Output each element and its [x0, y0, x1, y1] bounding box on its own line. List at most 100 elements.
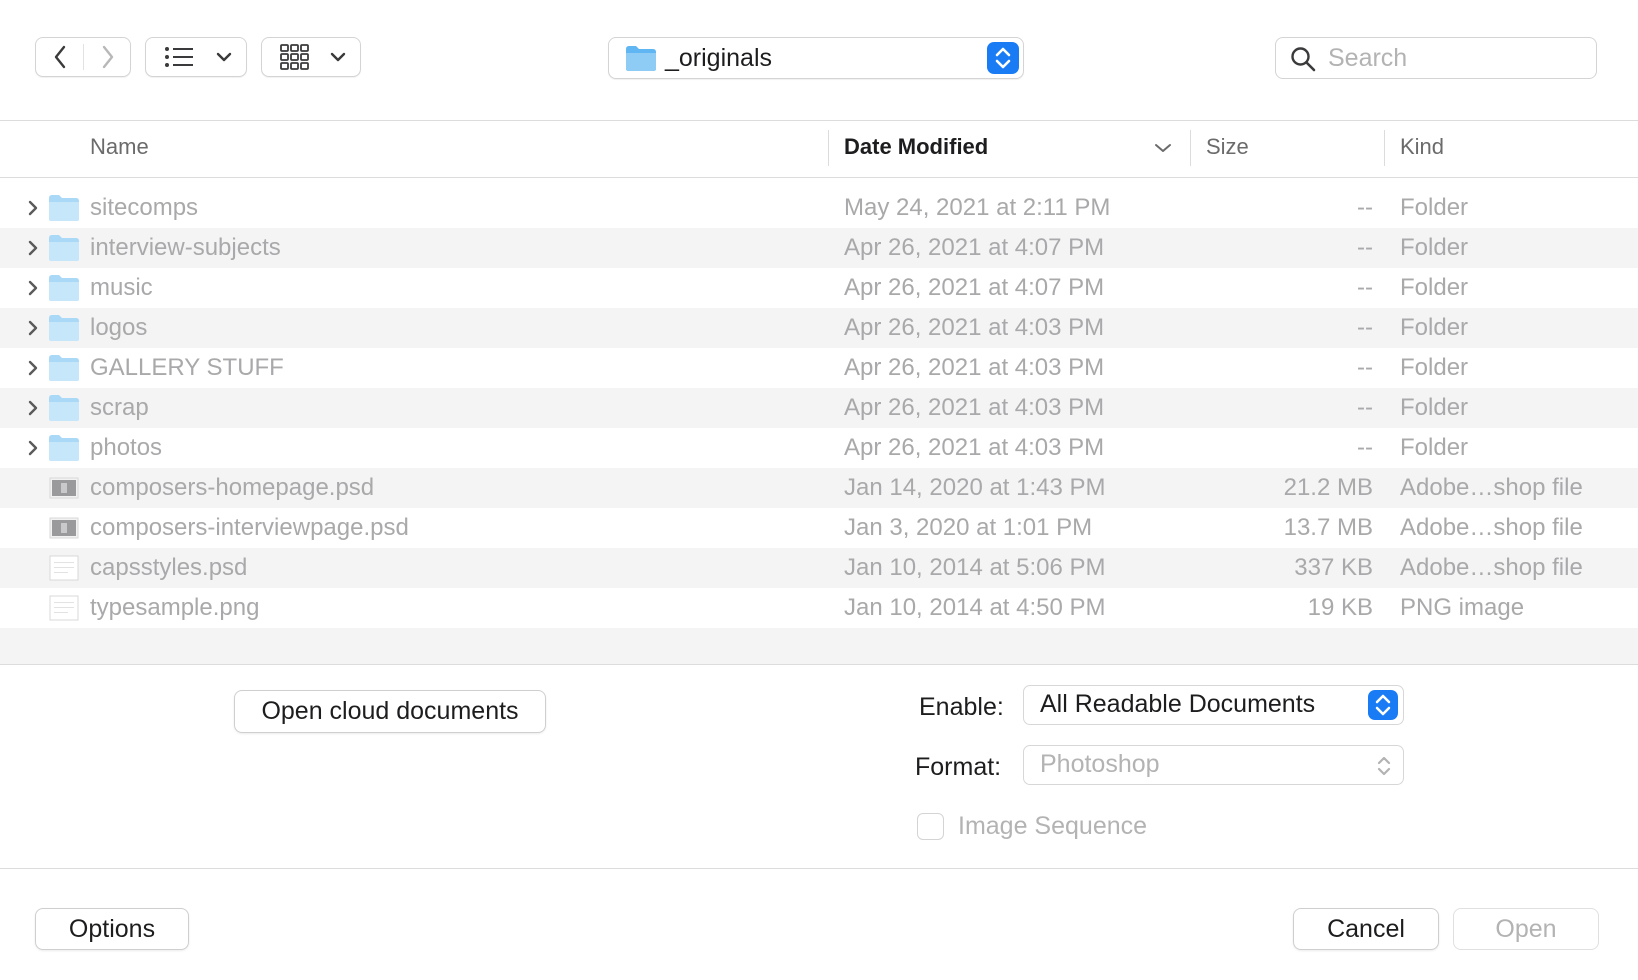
- document-icon: [48, 594, 80, 622]
- nav-back-forward-group: [35, 37, 131, 77]
- file-row[interactable]: composers-homepage.psd Jan 14, 2020 at 1:…: [0, 468, 1638, 508]
- file-row[interactable]: logos Apr 26, 2021 at 4:03 PM -- Folder: [0, 308, 1638, 348]
- chevron-right-icon: [102, 45, 113, 69]
- file-kind: Adobe…shop file: [1400, 514, 1583, 541]
- folder-icon: [48, 434, 80, 462]
- list-view-button[interactable]: [145, 37, 247, 77]
- column-header-name[interactable]: Name: [90, 134, 149, 160]
- file-name: music: [90, 274, 153, 301]
- up-down-chevron-icon: [1368, 690, 1398, 720]
- file-size: --: [1357, 314, 1373, 341]
- file-row[interactable]: music Apr 26, 2021 at 4:07 PM -- Folder: [0, 268, 1638, 308]
- file-row[interactable]: composers-interviewpage.psd Jan 3, 2020 a…: [0, 508, 1638, 548]
- format-value: Photoshop: [1040, 750, 1160, 778]
- image-sequence-checkbox[interactable]: [917, 813, 944, 840]
- file-name: interview-subjects: [90, 234, 281, 261]
- toolbar-separator: [0, 120, 1638, 121]
- search-field[interactable]: [1275, 37, 1597, 79]
- open-button[interactable]: Open: [1453, 908, 1599, 950]
- search-input[interactable]: [1328, 44, 1578, 72]
- forward-button[interactable]: [84, 38, 131, 76]
- search-icon: [1291, 47, 1316, 72]
- group-by-button[interactable]: [261, 37, 361, 77]
- file-date-modified: Jan 10, 2014 at 5:06 PM: [844, 554, 1106, 581]
- file-size: --: [1357, 354, 1373, 381]
- file-kind: Folder: [1400, 434, 1469, 461]
- file-kind: Folder: [1400, 234, 1469, 261]
- file-date-modified: Apr 26, 2021 at 4:07 PM: [844, 274, 1105, 301]
- up-down-chevron-icon: [987, 42, 1019, 74]
- file-size: 337 KB: [1294, 554, 1373, 581]
- back-button[interactable]: [36, 38, 83, 76]
- enable-popup[interactable]: All Readable Documents: [1023, 685, 1404, 725]
- chevron-down-icon: [326, 38, 350, 76]
- disclosure-triangle-icon[interactable]: [24, 199, 42, 217]
- disclosure-triangle-icon[interactable]: [24, 359, 42, 377]
- file-name: capsstyles.psd: [90, 554, 248, 581]
- file-date-modified: Jan 3, 2020 at 1:01 PM: [844, 514, 1093, 541]
- file-row[interactable]: photos Apr 26, 2021 at 4:03 PM -- Folder: [0, 428, 1638, 468]
- file-name: composers-homepage.psd: [90, 474, 375, 501]
- file-size: --: [1357, 434, 1373, 461]
- file-row[interactable]: sitecomps May 24, 2021 at 2:11 PM -- Folder: [0, 188, 1638, 228]
- file-name: logos: [90, 314, 148, 341]
- folder-icon: [48, 354, 80, 382]
- file-row[interactable]: scrap Apr 26, 2021 at 4:03 PM -- Folder: [0, 388, 1638, 428]
- format-label: Format:: [915, 753, 1002, 781]
- column-separator[interactable]: [1190, 130, 1191, 166]
- enable-value: All Readable Documents: [1040, 690, 1316, 718]
- column-separator[interactable]: [1384, 130, 1385, 166]
- format-popup[interactable]: Photoshop: [1023, 745, 1404, 785]
- image-sequence-label: Image Sequence: [958, 812, 1148, 840]
- location-popup[interactable]: _originals: [608, 37, 1024, 79]
- folder-icon: [626, 46, 656, 71]
- chevron-left-icon: [54, 45, 65, 69]
- document-icon: [48, 554, 80, 582]
- file-kind: Adobe…shop file: [1400, 554, 1583, 581]
- file-date-modified: Apr 26, 2021 at 4:03 PM: [844, 314, 1105, 341]
- file-date-modified: Apr 26, 2021 at 4:03 PM: [844, 394, 1105, 421]
- disclosure-triangle-icon[interactable]: [24, 239, 42, 257]
- file-row[interactable]: capsstyles.psd Jan 10, 2014 at 5:06 PM 337…: [0, 548, 1638, 588]
- list-view-icon: [162, 38, 196, 76]
- file-name: composers-interviewpage.psd: [90, 514, 409, 541]
- image-thumbnail-icon: [48, 514, 80, 542]
- file-kind: PNG image: [1400, 594, 1525, 621]
- file-name: sitecomps: [90, 194, 199, 221]
- enable-label: Enable:: [919, 693, 1004, 721]
- folder-icon: [48, 274, 80, 302]
- disclosure-triangle-icon[interactable]: [24, 439, 42, 457]
- file-kind: Folder: [1400, 274, 1469, 301]
- column-separator[interactable]: [828, 130, 829, 166]
- options-button[interactable]: Options: [35, 908, 189, 950]
- file-date-modified: Apr 26, 2021 at 4:03 PM: [844, 354, 1105, 381]
- file-size: 13.7 MB: [1283, 514, 1373, 541]
- file-size: --: [1357, 394, 1373, 421]
- sort-descending-icon: [1155, 144, 1171, 152]
- disclosure-triangle-icon[interactable]: [24, 279, 42, 297]
- file-kind: Adobe…shop file: [1400, 474, 1583, 501]
- file-size: --: [1357, 234, 1373, 261]
- column-header-kind[interactable]: Kind: [1400, 134, 1444, 160]
- file-row[interactable]: interview-subjects Apr 26, 2021 at 4:07 P…: [0, 228, 1638, 268]
- column-header-date-modified[interactable]: Date Modified: [844, 134, 988, 160]
- file-date-modified: Jan 14, 2020 at 1:43 PM: [844, 474, 1106, 501]
- file-row[interactable]: typesample.png Jan 10, 2014 at 4:50 PM 19 …: [0, 588, 1638, 628]
- column-header-size[interactable]: Size: [1206, 134, 1249, 160]
- file-row[interactable]: GALLERY STUFF Apr 26, 2021 at 4:03 PM -- Fo…: [0, 348, 1638, 388]
- file-list-empty-area: [0, 628, 1638, 664]
- folder-icon: [48, 394, 80, 422]
- disclosure-triangle-icon[interactable]: [24, 399, 42, 417]
- cancel-button[interactable]: Cancel: [1293, 908, 1439, 950]
- open-cloud-documents-button[interactable]: Open cloud documents: [234, 690, 546, 733]
- footer-separator: [0, 868, 1638, 869]
- disclosure-triangle-icon[interactable]: [24, 319, 42, 337]
- list-bottom-border: [0, 664, 1638, 665]
- folder-icon: [48, 234, 80, 262]
- file-size: 21.2 MB: [1283, 474, 1373, 501]
- file-date-modified: Jan 10, 2014 at 4:50 PM: [844, 594, 1106, 621]
- folder-icon: [48, 314, 80, 342]
- image-thumbnail-icon: [48, 474, 80, 502]
- file-size: --: [1357, 194, 1373, 221]
- grid-view-icon: [278, 38, 312, 76]
